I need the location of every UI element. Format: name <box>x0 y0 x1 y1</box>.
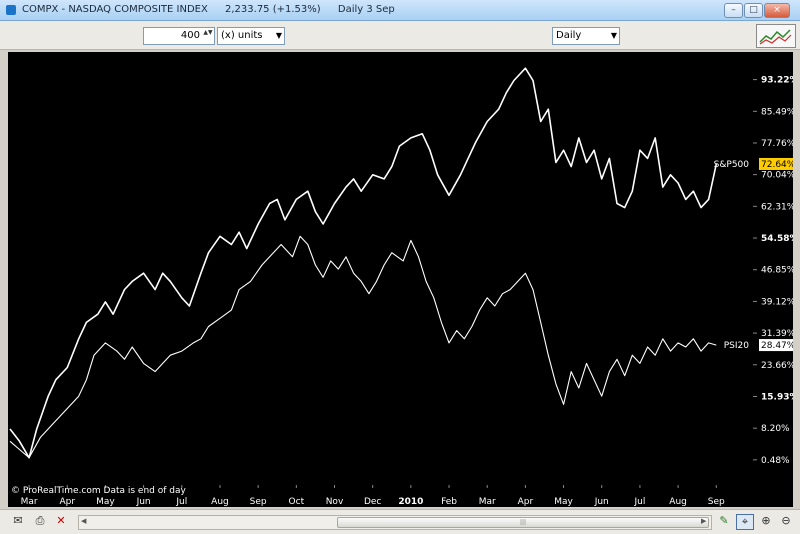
chevron-down-icon: ▼ <box>275 31 282 40</box>
x-tick-label: Sep <box>250 497 267 507</box>
x-tick-label: 2010 <box>398 497 423 507</box>
maximize-button[interactable]: □ <box>744 3 763 18</box>
units-select[interactable]: (x) units ▼ <box>217 27 285 45</box>
y-tick-label: 54.58% <box>761 234 793 244</box>
line-chart-icon <box>759 29 792 45</box>
brush-icon[interactable]: ✎ <box>716 514 732 528</box>
crosshair-icon[interactable]: ⌖ <box>736 514 754 530</box>
status-bar: ✉ ⎙ ✕ ◀ ||| ▶ ✎ ⌖ ⊕ ⊖ <box>0 509 800 534</box>
x-tick-label: Jun <box>136 497 151 507</box>
scroll-thumb[interactable]: ||| <box>337 517 709 528</box>
spin-arrows-icon[interactable]: ▲▼ <box>203 29 213 43</box>
x-tick-label: Dec <box>364 497 381 507</box>
zoom-in-icon[interactable]: ⊕ <box>758 514 774 528</box>
last-value-label: 28.47% <box>761 341 793 351</box>
chart-area[interactable]: 93.22% 85.49% 77.76% 70.04% 62.31% 54.58% 46.8… <box>8 52 799 507</box>
x-tick-label: Aug <box>669 497 687 507</box>
time-scrollbar[interactable]: ◀ ||| ▶ <box>78 515 712 530</box>
last-quote: 2,233.75 (+1.53%) <box>225 4 321 15</box>
x-tick-label: Oct <box>289 497 305 507</box>
x-tick-label: Apr <box>518 497 534 507</box>
x-tick-label: May <box>554 497 573 507</box>
y-tick-label: 39.12% <box>761 297 793 307</box>
interval-select[interactable]: Daily ▼ <box>552 27 620 45</box>
title-bar: COMPX - NASDAQ COMPOSITE INDEX 2,233.75 … <box>0 0 800 21</box>
y-tick-label: 93.22% <box>761 76 793 86</box>
y-tick-label: 8.20% <box>761 424 790 434</box>
x-tick-label: Feb <box>441 497 457 507</box>
app-window: COMPX - NASDAQ COMPOSITE INDEX 2,233.75 … <box>0 0 800 534</box>
x-tick-label: Nov <box>326 497 344 507</box>
period-label: Daily 3 Sep <box>337 4 395 15</box>
plot-background <box>8 52 753 485</box>
y-tick-label: 0.48% <box>761 456 790 466</box>
chart-type-button[interactable] <box>756 24 796 48</box>
units-label: (x) units <box>221 30 263 41</box>
x-tick-label: Jun <box>594 497 609 507</box>
series-name-label: S&P500 <box>714 160 750 170</box>
comparison-chart[interactable]: 93.22% 85.49% 77.76% 70.04% 62.31% 54.58% 46.8… <box>8 52 799 507</box>
toolbar: 400 ▲▼ (x) units ▼ Daily ▼ <box>0 21 800 50</box>
x-tick-label: Jul <box>175 497 187 507</box>
symbol-name: COMPX - NASDAQ COMPOSITE INDEX <box>22 4 208 15</box>
x-tick-label: Apr <box>59 497 75 507</box>
x-tick-label: Jul <box>633 497 645 507</box>
last-value-label: 72.64% <box>761 160 793 170</box>
y-tick-label: 62.31% <box>761 202 793 212</box>
chevron-down-icon: ▼ <box>610 31 617 40</box>
units-stepper[interactable]: 400 ▲▼ <box>143 27 215 45</box>
x-tick-label: Mar <box>21 497 38 507</box>
y-tick-label: 46.85% <box>761 266 793 276</box>
series-name-label: PSI20 <box>724 341 750 351</box>
copyright-footer: © ProRealTime.com Data is end of day <box>11 486 186 496</box>
scroll-right-icon[interactable]: ▶ <box>701 517 706 525</box>
y-tick-label: 15.93% <box>761 392 793 402</box>
minimize-button[interactable]: – <box>724 3 743 18</box>
x-tick-label: Mar <box>479 497 496 507</box>
close-x-icon[interactable]: ✕ <box>53 514 69 528</box>
y-tick-label: 85.49% <box>761 107 793 117</box>
x-tick-label: Aug <box>211 497 229 507</box>
window-title: COMPX - NASDAQ COMPOSITE INDEX 2,233.75 … <box>22 4 409 15</box>
y-tick-label: 77.76% <box>761 139 793 149</box>
printer-icon[interactable]: ⎙ <box>32 514 48 528</box>
zoom-out-icon[interactable]: ⊖ <box>778 514 794 528</box>
grip-icon: ||| <box>520 519 527 526</box>
close-button[interactable]: × <box>764 3 790 18</box>
y-tick-label: 70.04% <box>761 171 793 181</box>
interval-label: Daily <box>556 30 582 41</box>
y-tick-label: 31.39% <box>761 329 793 339</box>
units-value: 400 <box>180 30 200 41</box>
y-tick-label: 23.66% <box>761 361 793 371</box>
x-tick-label: May <box>96 497 115 507</box>
app-icon <box>6 5 16 15</box>
scroll-left-icon[interactable]: ◀ <box>81 517 86 525</box>
x-tick-label: Sep <box>708 497 725 507</box>
envelope-icon[interactable]: ✉ <box>10 514 26 528</box>
